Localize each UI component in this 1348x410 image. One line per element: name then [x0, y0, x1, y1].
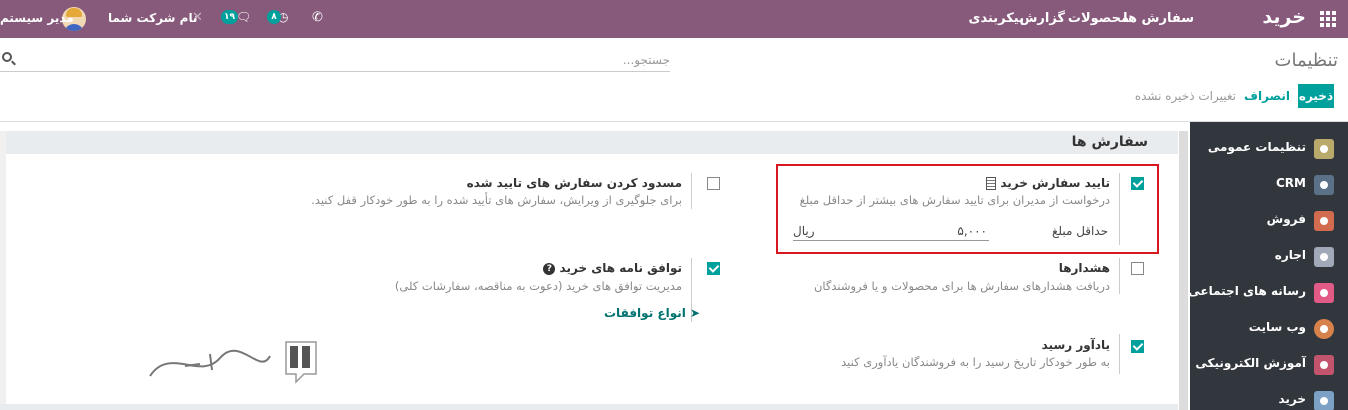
user-name[interactable]: مدیر سیستم [0, 11, 74, 25]
menu-products[interactable]: محصولات [1068, 11, 1129, 26]
menu-configuration[interactable]: پیکربندی [969, 11, 1024, 26]
sidebar-item-label: رسانه های اجتماعی [1188, 284, 1306, 298]
agreements-title: توافق نامه های خرید ? [543, 261, 682, 275]
approval-title: تایید سفارش خرید [986, 176, 1110, 190]
sidebar-item-label: اجاره [1274, 248, 1306, 262]
agreements-description: مدیریت توافق های خرید (دعوت به مناقصه، س… [394, 279, 682, 293]
sidebar-item-label: آموزش الکترونیکی [1195, 356, 1306, 370]
section-header: سفارش ها [6, 131, 1178, 154]
content-edge [0, 131, 6, 410]
receipt-reminder-checkbox[interactable] [1131, 340, 1144, 353]
agreement-types-link[interactable]: انواع توافقات ➤ [604, 306, 700, 320]
sidebar-item-general[interactable]: تنظیمات عمومی [1190, 130, 1348, 166]
watermark-logo [149, 341, 317, 384]
scrollbar[interactable] [1179, 131, 1188, 410]
divider [691, 173, 692, 209]
sidebar-item-label: خرید [1278, 392, 1306, 406]
minimum-amount-field[interactable]: ریال ۵,۰۰۰ [793, 222, 989, 241]
approval-checkbox[interactable] [1131, 177, 1144, 190]
sidebar-item-website[interactable]: وب سایت [1190, 310, 1348, 346]
page-title: تنظیمات [1274, 50, 1338, 71]
activities-badge: ۸ [267, 10, 281, 24]
divider [1119, 334, 1120, 374]
help-icon[interactable]: ? [543, 262, 556, 275]
warnings-checkbox[interactable] [1131, 262, 1144, 275]
approval-title-text: تایید سفارش خرید [1000, 176, 1110, 190]
phone-icon[interactable]: ✆ [312, 10, 323, 25]
sidebar-item-rental[interactable]: اجاره [1190, 238, 1348, 274]
sidebar-item-sales[interactable]: فروش [1190, 202, 1348, 238]
handshake-icon [1314, 175, 1334, 195]
sidebar-item-social[interactable]: رسانه های اجتماعی [1188, 274, 1348, 310]
company-switcher[interactable]: نام شرکت شما [108, 11, 197, 25]
unsaved-changes-label: تغییرات ذخیره نشده [1134, 89, 1236, 103]
approval-description: درخواست از مدیران برای تایید سفارش های ب… [799, 193, 1110, 207]
content-bottom-edge [0, 404, 1178, 410]
arrow-left-icon: ➤ [690, 306, 701, 320]
search-input[interactable] [30, 50, 670, 70]
cancel-button[interactable]: انصراف [1244, 89, 1290, 103]
purchase-icon [1314, 391, 1334, 410]
section-title: سفارش ها [1071, 134, 1148, 150]
thumbs-up-icon [1314, 283, 1334, 303]
agreements-checkbox[interactable] [707, 262, 720, 275]
sidebar-item-label: فروش [1266, 212, 1306, 226]
receipt-reminder-title: یادآور رسید [1041, 338, 1110, 352]
sidebar-item-label: تنظیمات عمومی [1207, 140, 1306, 154]
receipt-reminder-description: به طور خودکار تاریخ رسید را به فروشندگان… [841, 355, 1110, 369]
gear-icon [1314, 139, 1334, 159]
sidebar-item-label: وب سایت [1248, 320, 1306, 334]
menu-reporting[interactable]: گزارش [1019, 11, 1065, 26]
warnings-title: هشدارها [1058, 261, 1110, 275]
globe-icon [1314, 319, 1334, 339]
messages-badge: ۱۹ [221, 10, 238, 24]
search-bar [0, 48, 670, 72]
sidebar-item-crm[interactable]: CRM [1190, 166, 1348, 202]
lock-orders-checkbox[interactable] [707, 177, 720, 190]
top-navbar: خرید سفارش ها محصولات گزارش پیکربندی ✆ ◷… [0, 0, 1348, 38]
menu-orders[interactable]: سفارش ها [1123, 11, 1194, 26]
currency-label: ریال [793, 224, 815, 238]
minimum-amount-value[interactable]: ۵,۰۰۰ [957, 224, 987, 238]
sidebar-item-purchase[interactable]: خرید [1190, 382, 1348, 410]
save-button[interactable]: ذخیره [1298, 84, 1334, 108]
chat-icon[interactable]: 🗨 [236, 10, 251, 24]
agreement-types-label: انواع توافقات [604, 306, 686, 320]
rental-icon [1314, 247, 1334, 267]
app-brand[interactable]: خرید [1262, 6, 1306, 28]
search-icon[interactable] [2, 52, 12, 62]
company-specific-icon [986, 177, 997, 190]
elearning-icon [1314, 355, 1334, 375]
lock-orders-title: مسدود کردن سفارش های تایید شده [466, 176, 682, 190]
divider [1119, 258, 1120, 294]
divider [0, 121, 1348, 122]
sidebar-item-elearning[interactable]: آموزش الکترونیکی [1190, 346, 1348, 382]
agreements-title-text: توافق نامه های خرید [559, 261, 682, 275]
settings-sidebar: تنظیمات عمومی CRM فروش اجاره رسانه های ا… [1188, 122, 1348, 410]
apps-menu-icon[interactable] [1320, 11, 1336, 27]
lock-orders-description: برای جلوگیری از ویرایش، سفارش های تأیید … [311, 193, 682, 207]
chart-icon [1314, 211, 1334, 231]
warnings-description: دریافت هشدارهای سفارش ها برای محصولات و … [813, 279, 1110, 293]
divider [1119, 173, 1120, 245]
minimum-amount-label: حداقل مبلغ [1052, 224, 1109, 238]
sidebar-item-label: CRM [1276, 176, 1306, 190]
